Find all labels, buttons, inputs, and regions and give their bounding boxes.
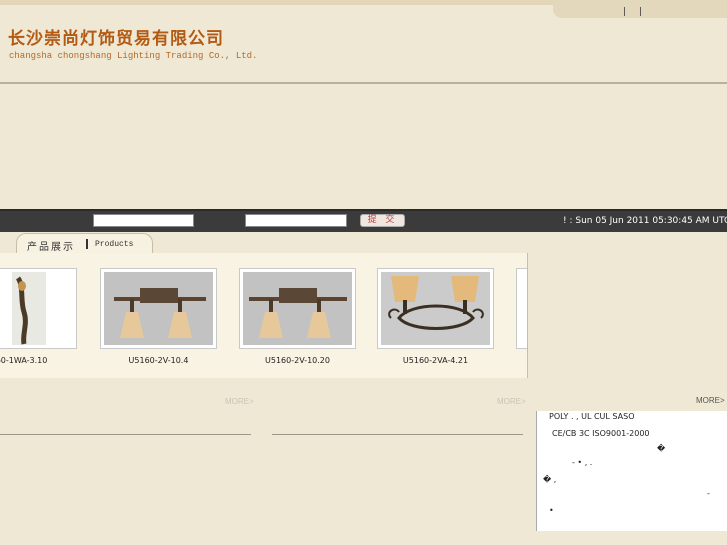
tab-products[interactable]: 产品展示 Products (16, 233, 153, 255)
tab-separator (86, 239, 88, 249)
more-link-1[interactable]: MORE> (225, 397, 254, 406)
product-image-2 (104, 272, 213, 345)
product-thumb-4[interactable] (377, 268, 494, 349)
header-divider (0, 82, 727, 84)
info-line-2: CE/CB 3C ISO9001-2000 (552, 429, 650, 438)
product-caption-1[interactable]: 60-1WA-3.10 (0, 356, 80, 365)
info-line-3: � (657, 444, 666, 453)
product-image-5 (520, 272, 527, 345)
info-line-5: � , (543, 475, 557, 484)
product-image-4 (381, 272, 490, 345)
product-caption-3[interactable]: U5160-2V-10.20 (239, 356, 356, 365)
info-line-4: - • , . (572, 458, 593, 467)
product-caption-2[interactable]: U5160-2V-10.4 (100, 356, 217, 365)
company-info-box: POLY . , UL CUL SASO CE/CB 3C ISO9001-20… (536, 411, 727, 531)
section-divider-1 (0, 434, 251, 435)
tab-label-chinese: 产品展示 (27, 242, 75, 253)
product-thumb-2[interactable] (100, 268, 217, 349)
more-link-2[interactable]: MORE> (497, 397, 526, 406)
more-link-3[interactable]: MORE> (696, 396, 725, 405)
info-line-7: • (549, 506, 554, 515)
product-caption-4[interactable]: U5160-2VA-4.21 (377, 356, 494, 365)
top-link-1[interactable]: | (623, 7, 626, 17)
submit-button[interactable]: 提 交 (360, 214, 405, 227)
company-name-english: changsha chongshang Lighting Trading Co.… (9, 51, 258, 61)
company-name-chinese: 长沙崇尚灯饰贸易有限公司 (8, 29, 224, 49)
info-line-6: - (707, 489, 710, 498)
tab-label-english: Products (95, 240, 134, 249)
product-thumb-3[interactable] (239, 268, 356, 349)
product-gallery: 60-1WA-3.10 U5160-2V-10.4 U5160-2V-10.20… (0, 253, 528, 378)
search-input-1[interactable] (93, 214, 194, 227)
search-input-2[interactable] (245, 214, 347, 227)
info-line-1: POLY . , UL CUL SASO (549, 412, 635, 421)
top-links: | | (553, 0, 727, 18)
product-thumb-5[interactable] (516, 268, 527, 349)
top-link-2[interactable]: | (639, 7, 642, 17)
section-divider-2 (272, 434, 523, 435)
product-thumb-1[interactable] (0, 268, 77, 349)
current-datetime: ! : Sun 05 Jun 2011 05:30:45 AM UTC (563, 216, 727, 226)
product-image-3 (243, 272, 352, 345)
product-image-1 (0, 272, 73, 345)
